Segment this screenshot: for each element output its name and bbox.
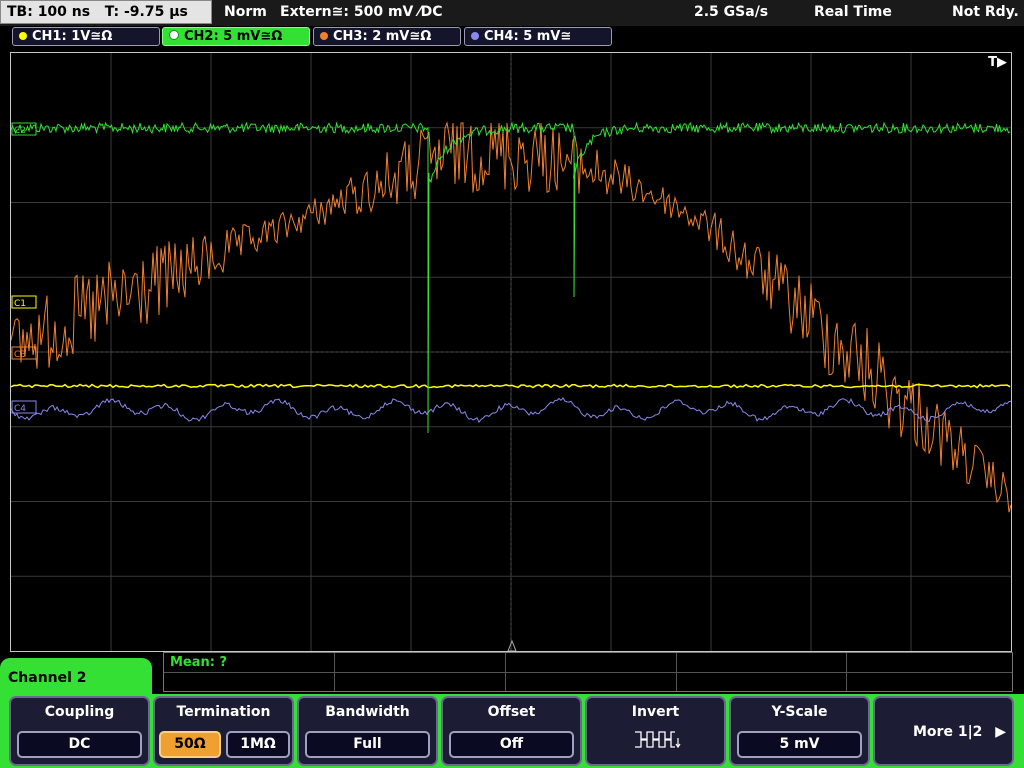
termination-50ohm-button[interactable]: 50Ω [159, 731, 221, 758]
termination-title: Termination [176, 704, 271, 720]
measurement-cell-divider [505, 653, 506, 691]
ch4-color-dot-icon [471, 32, 479, 40]
invert-title: Invert [631, 704, 680, 720]
trigger-marker[interactable]: T▶ [988, 55, 1007, 70]
right-arrow-icon: ▶ [995, 724, 1006, 740]
waveform-canvas: C1 C3 C2 C4 [11, 53, 1011, 651]
acquisition-mode: Real Time [814, 4, 892, 20]
termination-1mohm-button[interactable]: 1MΩ [226, 731, 290, 758]
bandwidth-softkey[interactable]: Bandwidth Full [297, 696, 438, 766]
measurement-cell-divider [846, 653, 847, 691]
trigger-mode[interactable]: Norm [224, 0, 267, 24]
ch3-label: CH3: 2 mV≅Ω [333, 29, 432, 44]
coupling-title: Coupling [44, 704, 115, 720]
ch1-ground-marker[interactable]: C1 [11, 295, 37, 309]
invert-waveform-icon [635, 731, 681, 749]
ch2-color-dot-icon [169, 30, 179, 40]
trigger-position-icon[interactable] [507, 639, 517, 651]
bandwidth-title: Bandwidth [325, 704, 410, 720]
measurement-panel: Mean: ? [163, 652, 1013, 692]
measurement-divider [164, 672, 1012, 673]
channel-tab-ch3[interactable]: CH3: 2 mV≅Ω [313, 27, 461, 46]
ch3-color-dot-icon [320, 32, 328, 40]
yscale-softkey[interactable]: Y-Scale 5 mV [729, 696, 870, 766]
ch2-label: CH2: 5 mV≅Ω [184, 29, 283, 44]
yscale-value-button[interactable]: 5 mV [737, 731, 862, 758]
trigger-source[interactable]: Extern≅: 500 mV ⁄DC [280, 0, 442, 24]
offset-softkey[interactable]: Offset Off [441, 696, 582, 766]
channel-tab-ch4[interactable]: CH4: 5 mV≅ [464, 27, 612, 46]
sample-rate: 2.5 GSa/s [694, 4, 769, 20]
waveform-display[interactable]: C1 C3 C2 C4 T▶ [10, 52, 1012, 652]
measurement-cell-divider [676, 653, 677, 691]
more-softkey[interactable]: More 1|2 ▶ [873, 696, 1014, 766]
ch2-ground-marker[interactable]: C2 [11, 122, 37, 136]
trigger-time-value: T: -9.75 µs [104, 4, 188, 20]
coupling-value-button[interactable]: DC [17, 731, 142, 758]
mean-measurement[interactable]: Mean: ? [170, 655, 227, 670]
offset-value-button[interactable]: Off [449, 731, 574, 758]
timebase-box[interactable]: TB: 100 ns T: -9.75 µs [0, 0, 212, 24]
more-label: More 1|2 [913, 724, 983, 740]
measurement-cell-divider [334, 653, 335, 691]
ch1-marker-text: C1 [14, 299, 26, 309]
channel-tab-ch1[interactable]: CH1: 1V≅Ω [12, 27, 160, 46]
offset-title: Offset [487, 704, 536, 720]
termination-softkey[interactable]: Termination 50Ω 1MΩ [153, 696, 294, 766]
coupling-softkey[interactable]: Coupling DC [9, 696, 150, 766]
bandwidth-value-button[interactable]: Full [305, 731, 430, 758]
status-bar: TB: 100 ns T: -9.75 µs Norm Extern≅: 500… [0, 0, 1024, 26]
ch4-label: CH4: 5 mV≅ [484, 29, 572, 44]
yscale-title: Y-Scale [771, 704, 828, 720]
invert-softkey[interactable]: Invert [585, 696, 726, 766]
ch4-ground-marker[interactable]: C4 [11, 400, 37, 414]
timebase-value: TB: 100 ns [7, 4, 91, 20]
ch4-marker-text: C4 [14, 404, 26, 414]
channel-bar: CH1: 1V≅Ω CH2: 5 mV≅Ω CH3: 2 mV≅Ω CH4: 5… [0, 26, 1024, 48]
acquisition-state: Not Rdy. [952, 4, 1019, 20]
ch1-label: CH1: 1V≅Ω [32, 29, 113, 44]
ch1-color-dot-icon [19, 32, 27, 40]
channel-tab-ch2[interactable]: CH2: 5 mV≅Ω [162, 27, 310, 46]
